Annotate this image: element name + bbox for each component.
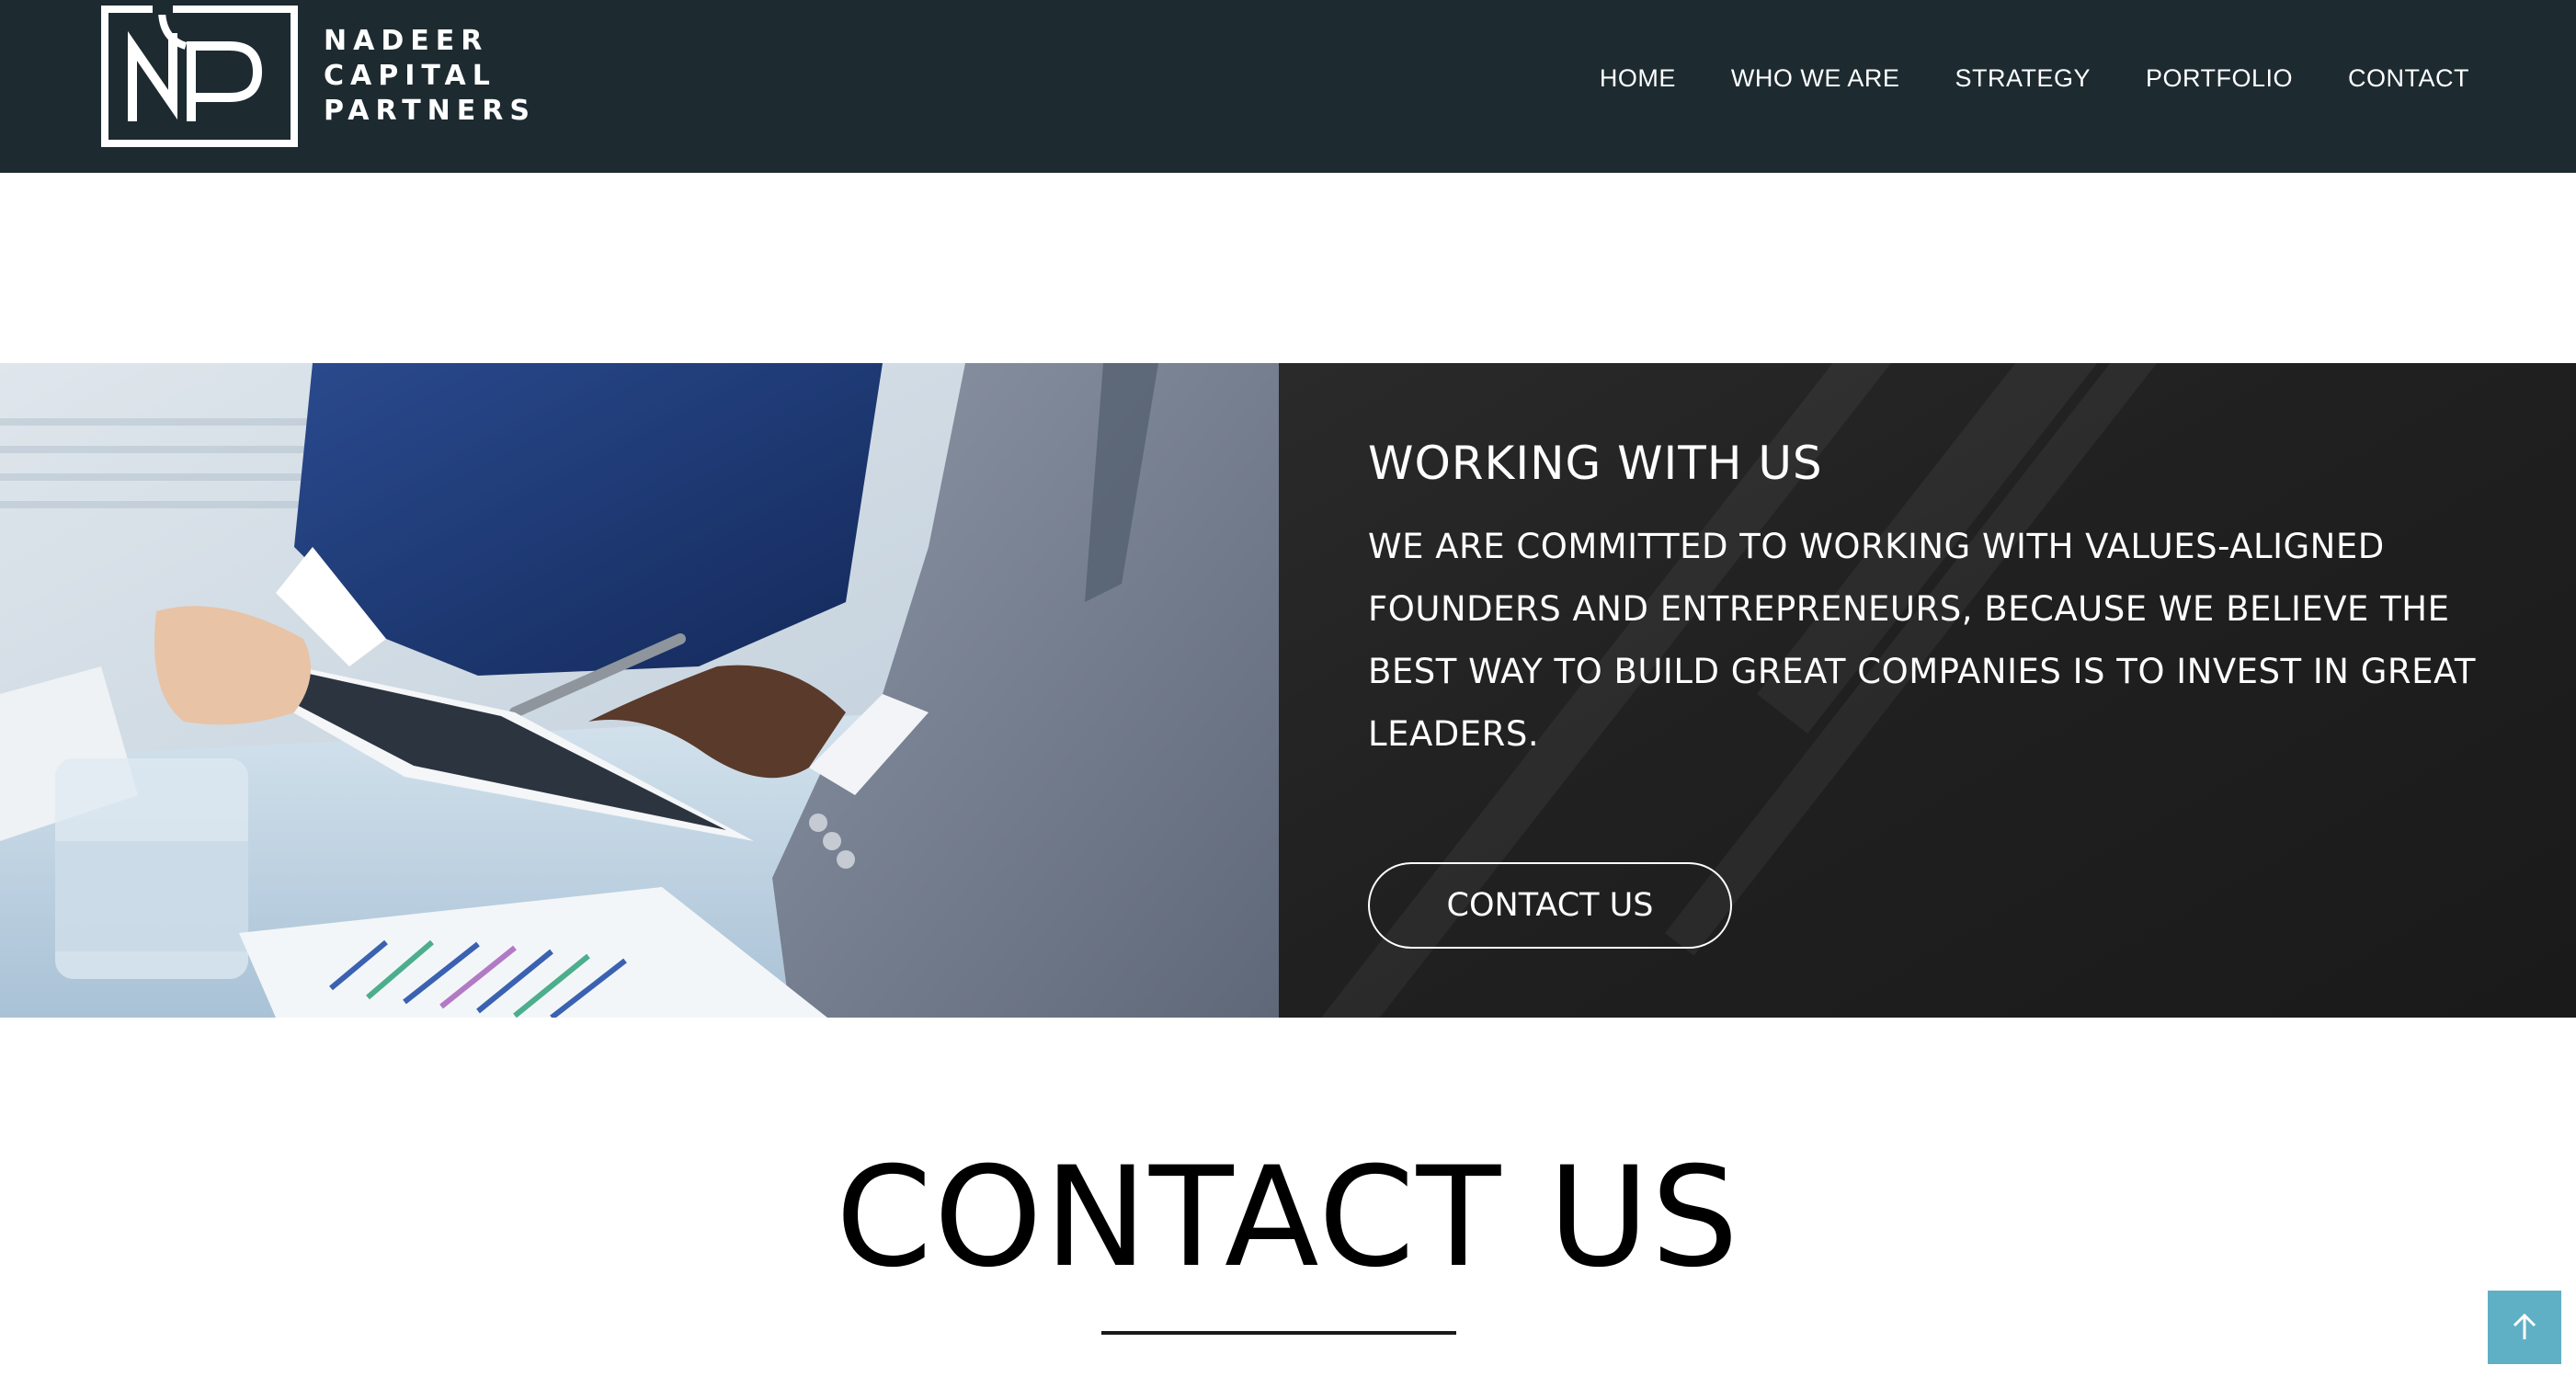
nav-strategy[interactable]: STRATEGY bbox=[1955, 64, 2091, 93]
business-meeting-photo bbox=[0, 363, 1279, 1018]
photo-illustration bbox=[0, 363, 1279, 1018]
nav-portfolio[interactable]: PORTFOLIO bbox=[2146, 64, 2293, 93]
contact-divider bbox=[1101, 1331, 1456, 1335]
site-header: NADEER CAPITAL PARTNERS HOME WHO WE ARE … bbox=[0, 0, 2576, 173]
feature-heading: WORKING WITH US bbox=[1368, 437, 1823, 490]
contact-section-title: CONTACT US bbox=[835, 1138, 1740, 1298]
nav-who-we-are[interactable]: WHO WE ARE bbox=[1731, 64, 1900, 93]
feature-text: WE ARE COMMITTED TO WORKING WITH VALUES-… bbox=[1368, 527, 2477, 754]
main-nav: HOME WHO WE ARE STRATEGY PORTFOLIO CONTA… bbox=[1544, 64, 2469, 93]
back-to-top-button[interactable] bbox=[2488, 1291, 2561, 1364]
working-with-us-section: WORKING WITH US WE ARE COMMITTED TO WORK… bbox=[0, 363, 2576, 1018]
nav-home[interactable]: HOME bbox=[1600, 64, 1676, 93]
logo[interactable]: NADEER CAPITAL PARTNERS bbox=[101, 6, 536, 147]
logo-line-3: PARTNERS bbox=[324, 95, 536, 127]
logo-mark-icon bbox=[101, 6, 298, 147]
logo-line-2: CAPITAL bbox=[324, 60, 496, 92]
logo-wordmark: NADEER CAPITAL PARTNERS bbox=[324, 24, 536, 129]
arrow-up-icon bbox=[2513, 1313, 2536, 1339]
contact-us-button[interactable]: CONTACT US bbox=[1368, 862, 1732, 949]
working-with-us-panel: WORKING WITH US WE ARE COMMITTED TO WORK… bbox=[1279, 363, 2576, 1018]
feature-content: WORKING WITH US WE ARE COMMITTED TO WORK… bbox=[1368, 437, 2508, 766]
logo-line-1: NADEER bbox=[324, 25, 489, 57]
nav-contact[interactable]: CONTACT bbox=[2348, 64, 2469, 93]
